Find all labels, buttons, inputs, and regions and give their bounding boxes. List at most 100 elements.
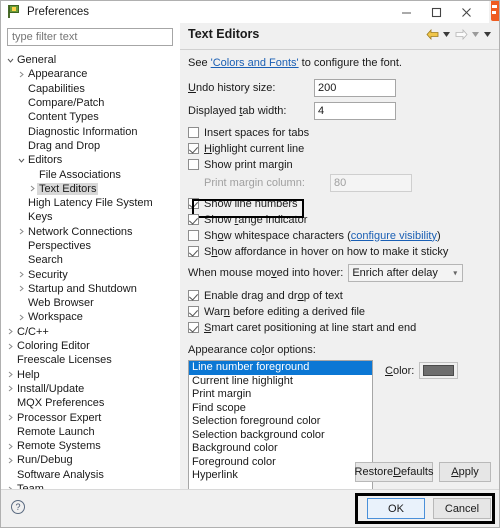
sidebar-item-security[interactable]: Security [1, 267, 180, 281]
preference-tree[interactable]: General Appearance Capabilities Compare/Pat… [1, 53, 180, 489]
sidebar-item-help[interactable]: Help [1, 368, 180, 382]
sidebar-item-keys[interactable]: Keys [1, 210, 180, 224]
minimize-button[interactable] [391, 1, 421, 23]
drag-drop-checkbox[interactable] [188, 290, 199, 301]
show-affordance-row[interactable]: Show affordance in hover on how to make … [188, 244, 491, 259]
sidebar-item-startup-and-shutdown[interactable]: Startup and Shutdown [1, 282, 180, 296]
color-option-item[interactable]: Current line highlight [189, 375, 372, 389]
sidebar-item-network-connections[interactable]: Network Connections [1, 225, 180, 239]
page-menu-caret-icon[interactable] [482, 27, 493, 41]
search-input[interactable] [7, 28, 173, 46]
color-picker-button[interactable] [419, 362, 459, 379]
sidebar-item-appearance[interactable]: Appearance [1, 67, 180, 81]
warn-derived-checkbox[interactable] [188, 306, 199, 317]
warn-derived-row[interactable]: Warn before editing a derived file [188, 304, 491, 319]
sidebar-item-c-c[interactable]: C/C++ [1, 325, 180, 339]
chevron-right-icon[interactable] [6, 385, 15, 392]
color-option-item[interactable]: Hyperlink [189, 469, 372, 483]
show-line-numbers-checkbox[interactable] [188, 198, 199, 209]
sidebar-item-content-types[interactable]: Content Types [1, 110, 180, 124]
chevron-right-icon[interactable] [17, 271, 26, 278]
sidebar-item-software-analysis[interactable]: Software Analysis [1, 468, 180, 482]
sidebar-item-team[interactable]: Team [1, 482, 180, 489]
show-print-margin-checkbox[interactable] [188, 159, 199, 170]
insert-spaces-checkbox[interactable] [188, 127, 199, 138]
chevron-right-icon[interactable] [17, 285, 26, 292]
hover-mode-select[interactable]: Enrich after delay ▾ [348, 264, 464, 282]
sidebar-item-capabilities[interactable]: Capabilities [1, 82, 180, 96]
show-range-indicator-row[interactable]: Show range indicator [188, 212, 491, 227]
sidebar-item-processor-expert[interactable]: Processor Expert [1, 410, 180, 424]
page-content: See 'Colors and Fonts' to configure the … [180, 50, 499, 527]
back-dropdown-caret-icon[interactable] [441, 27, 452, 41]
chevron-down-icon[interactable] [6, 57, 15, 64]
drag-drop-row[interactable]: Enable drag and drop of text [188, 288, 491, 303]
sidebar-item-workspace[interactable]: Workspace [1, 310, 180, 324]
show-whitespace-row[interactable]: Show whitespace characters (configure vi… [188, 228, 491, 243]
ok-button[interactable]: OK [367, 498, 425, 519]
sidebar-item-web-browser[interactable]: Web Browser [1, 296, 180, 310]
chevron-right-icon[interactable] [6, 328, 15, 335]
chevron-down-icon[interactable] [17, 157, 26, 164]
cancel-button[interactable]: Cancel [433, 498, 491, 519]
colors-and-fonts-link[interactable]: 'Colors and Fonts' [211, 57, 299, 69]
sidebar-item-remote-launch[interactable]: Remote Launch [1, 425, 180, 439]
sidebar-item-diagnostic-information[interactable]: Diagnostic Information [1, 124, 180, 138]
show-range-indicator-checkbox[interactable] [188, 214, 199, 225]
smart-caret-checkbox[interactable] [188, 322, 199, 333]
highlight-current-line-checkbox[interactable] [188, 143, 199, 154]
chevron-right-icon[interactable] [17, 71, 26, 78]
sidebar-item-compare-patch[interactable]: Compare/Patch [1, 96, 180, 110]
sidebar-item-freescale-licenses[interactable]: Freescale Licenses [1, 353, 180, 367]
apply-button[interactable]: Apply [439, 462, 491, 482]
back-arrow-icon[interactable] [424, 27, 440, 41]
chevron-right-icon[interactable] [6, 371, 15, 378]
chevron-right-icon[interactable] [17, 228, 26, 235]
show-print-margin-row[interactable]: Show print margin [188, 157, 491, 172]
show-whitespace-checkbox[interactable] [188, 230, 199, 241]
show-affordance-checkbox[interactable] [188, 246, 199, 257]
smart-caret-row[interactable]: Smart caret positioning at line start an… [188, 320, 491, 335]
chevron-right-icon[interactable] [6, 443, 15, 450]
sidebar-item-search[interactable]: Search [1, 253, 180, 267]
forward-arrow-icon[interactable] [453, 27, 469, 41]
chevron-right-icon[interactable] [28, 185, 37, 192]
chevron-right-icon[interactable] [6, 457, 15, 464]
sidebar-item-mqx-preferences[interactable]: MQX Preferences [1, 396, 180, 410]
color-option-item[interactable]: Selection foreground color [189, 415, 372, 429]
insert-spaces-row[interactable]: Insert spaces for tabs [188, 125, 491, 140]
help-icon[interactable]: ? [11, 500, 25, 514]
sidebar-item-remote-systems[interactable]: Remote Systems [1, 439, 180, 453]
preferences-flag-icon [6, 4, 22, 20]
sidebar-item-coloring-editor[interactable]: Coloring Editor [1, 339, 180, 353]
color-option-item[interactable]: Selection background color [189, 429, 372, 443]
color-option-item[interactable]: Foreground color [189, 456, 372, 470]
sidebar-item-run-debug[interactable]: Run/Debug [1, 453, 180, 467]
close-button[interactable] [451, 1, 481, 23]
sidebar-item-label: Compare/Patch [28, 97, 105, 110]
chevron-right-icon[interactable] [6, 343, 15, 350]
chevron-right-icon[interactable] [17, 314, 26, 321]
sidebar-item-text-editors[interactable]: Text Editors [1, 182, 180, 196]
restore-defaults-button[interactable]: Restore Defaults [355, 462, 433, 482]
sidebar-item-file-associations[interactable]: File Associations [1, 167, 180, 181]
sidebar-item-perspectives[interactable]: Perspectives [1, 239, 180, 253]
tab-width-input[interactable] [314, 102, 396, 120]
sidebar-item-general[interactable]: General [1, 53, 180, 67]
show-line-numbers-row[interactable]: Show line numbers [188, 196, 491, 211]
forward-dropdown-caret-icon[interactable] [470, 27, 481, 41]
undo-history-input[interactable] [314, 79, 396, 97]
color-option-item[interactable]: Find scope [189, 402, 372, 416]
highlight-current-line-row[interactable]: Highlight current line [188, 141, 491, 156]
maximize-button[interactable] [421, 1, 451, 23]
color-option-item[interactable]: Background color [189, 442, 372, 456]
chevron-right-icon[interactable] [6, 414, 15, 421]
color-options-list[interactable]: Line number foreground Current line highl… [188, 360, 373, 500]
color-option-item[interactable]: Print margin [189, 388, 372, 402]
color-option-item[interactable]: Line number foreground [189, 361, 372, 375]
sidebar-item-editors[interactable]: Editors [1, 153, 180, 167]
sidebar-item-install-update[interactable]: Install/Update [1, 382, 180, 396]
sidebar-item-drag-and-drop[interactable]: Drag and Drop [1, 139, 180, 153]
configure-visibility-link[interactable]: configure visibility [351, 230, 437, 242]
sidebar-item-high-latency-file-system[interactable]: High Latency File System [1, 196, 180, 210]
